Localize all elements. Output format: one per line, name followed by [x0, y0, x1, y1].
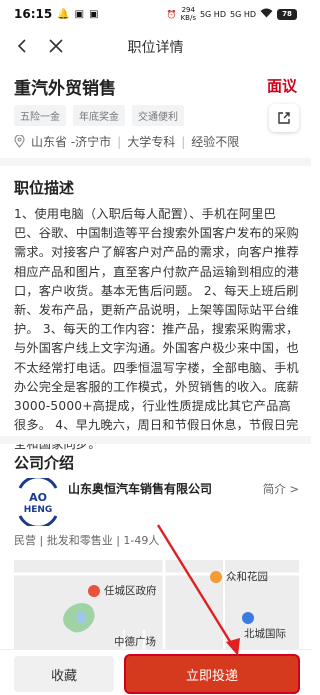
back-button[interactable]	[10, 34, 34, 58]
bottom-action-bar: 收藏 立即投递	[0, 649, 311, 695]
salary-label: 面议	[266, 77, 297, 95]
benefit-tags: 五险一金 年底奖金 交通便利	[14, 105, 184, 126]
close-button[interactable]	[44, 34, 68, 58]
network-speed: 294 KB/s	[180, 6, 196, 22]
company-logo: AO HENG	[14, 475, 62, 529]
poi-marker-icon	[242, 612, 254, 624]
company-intro-link[interactable]: 简介 >	[263, 481, 299, 497]
close-icon	[49, 39, 63, 53]
battery-indicator: 78	[277, 8, 297, 20]
nav-bar: 职位详情	[0, 28, 311, 66]
svg-text:AO: AO	[29, 491, 47, 504]
company-card[interactable]: AO HENG 山东奥恒汽车销售有限公司 简介 >	[14, 475, 299, 529]
benefit-tag: 交通便利	[132, 105, 184, 126]
separator: |	[117, 134, 122, 149]
job-location-row: 山东省 -济宁市 | 大学专科 | 经验不限	[14, 133, 239, 150]
signal-indicator-a: 5G HD	[199, 9, 226, 19]
app-notification-icon: ▣	[74, 8, 85, 20]
section-divider	[0, 436, 311, 444]
company-heading: 公司介绍	[14, 454, 75, 472]
signal-indicator-b: 5G HD	[229, 9, 256, 19]
separator: |	[181, 134, 186, 149]
chevron-left-icon	[17, 39, 26, 53]
notification-bell-icon: 🔔	[57, 8, 70, 20]
poi-marker-icon	[210, 571, 222, 583]
poi-marker-icon	[88, 585, 100, 597]
description-heading: 职位描述	[14, 179, 75, 197]
share-icon	[278, 112, 290, 124]
job-description-text: 1、使用电脑（入职后每人配置）、手机在阿里巴巴、谷歌、中国制造等平台搜索外国客户…	[14, 207, 299, 452]
company-name: 山东奥恒汽车销售有限公司	[68, 482, 213, 496]
benefit-tag: 五险一金	[14, 105, 66, 126]
location-pin-icon	[14, 135, 25, 148]
apply-button[interactable]: 立即投递	[126, 656, 298, 692]
share-button[interactable]	[269, 104, 299, 132]
status-time: 16:15	[14, 7, 53, 21]
favorite-button[interactable]: 收藏	[14, 656, 114, 692]
benefit-tag: 年底奖金	[73, 105, 125, 126]
status-bar: 16:15 🔔 ▣ ▣ ⏰ 294 KB/s 5G HD 5G HD 78	[0, 0, 311, 28]
wifi-icon	[260, 8, 273, 20]
svg-text:HENG: HENG	[24, 505, 53, 515]
alarm-icon: ⏰	[166, 9, 177, 19]
company-map[interactable]: 任城区政府 众和花园 中德广场 北城国际	[14, 560, 299, 650]
map-label: 中德广场	[114, 636, 156, 648]
company-meta: 民营 | 批发和零售业 | 1-49人	[14, 534, 160, 547]
job-location: 山东省 -济宁市	[31, 135, 112, 149]
job-title: 重汽外贸销售	[14, 79, 116, 99]
section-divider	[0, 158, 311, 166]
map-label: 众和花园	[226, 571, 268, 583]
app-notification-icon-2: ▣	[89, 8, 99, 20]
map-label: 北城国际	[244, 628, 286, 640]
job-experience: 经验不限	[191, 135, 240, 149]
map-label: 任城区政府	[104, 585, 157, 597]
job-education: 大学专科	[127, 135, 176, 149]
